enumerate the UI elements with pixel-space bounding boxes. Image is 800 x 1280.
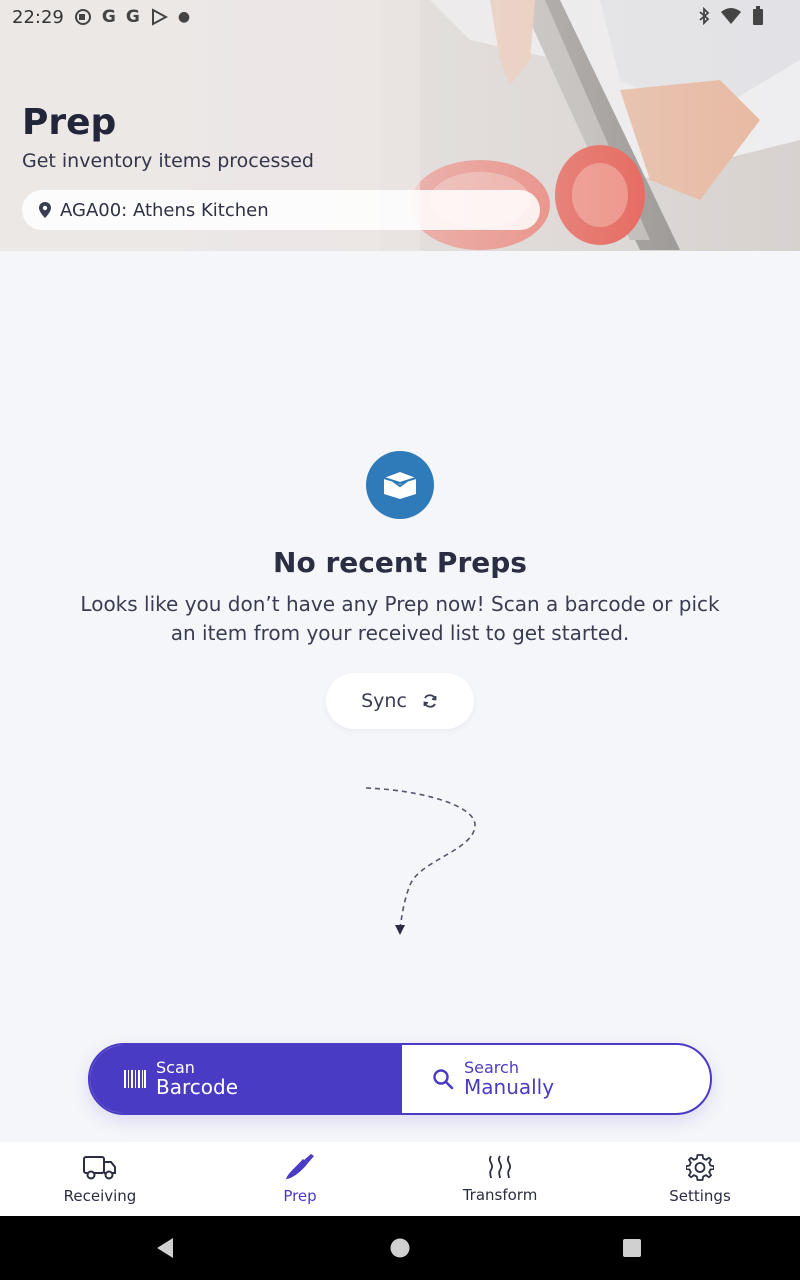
google-icon: G	[101, 7, 116, 27]
location-selector[interactable]: AGA00: Athens Kitchen	[22, 190, 540, 230]
bluetooth-icon	[699, 7, 710, 25]
nav-item-receiving[interactable]: Receiving	[0, 1142, 200, 1216]
page-subtitle: Get inventory items processed	[22, 150, 314, 172]
system-nav-bar	[0, 1216, 800, 1280]
header: 22:29 G G ● Prep Get inventory items pro…	[0, 0, 800, 251]
sync-label: Sync	[361, 690, 407, 712]
search-manually-button[interactable]: Search Manually	[402, 1045, 710, 1113]
wifi-icon	[721, 8, 741, 24]
nav-label-transform: Transform	[462, 1186, 538, 1204]
recents-square-icon	[623, 1239, 641, 1257]
dot-icon: ●	[177, 9, 191, 25]
empty-state-title: No recent Preps	[273, 546, 527, 579]
nav-label-receiving: Receiving	[63, 1187, 137, 1205]
empty-box-icon	[366, 451, 434, 519]
location-label: AGA00: Athens Kitchen	[60, 199, 269, 221]
barcode-icon	[124, 1070, 146, 1088]
nav-label-settings: Settings	[669, 1187, 731, 1205]
home-circle-icon	[390, 1238, 410, 1258]
nav-label-prep: Prep	[283, 1187, 317, 1205]
sync-icon	[423, 694, 437, 708]
scan-barcode-button[interactable]: Scan Barcode	[90, 1045, 402, 1113]
truck-icon	[83, 1156, 116, 1180]
gear-icon	[686, 1154, 714, 1181]
system-back-button[interactable]	[135, 1216, 195, 1280]
bottom-nav: Receiving Prep Transform Settings	[0, 1142, 800, 1216]
empty-state-description: Looks like you don’t have any Prep now! …	[80, 592, 720, 645]
status-bar: 22:29 G G ●	[0, 0, 800, 34]
action-bar: Scan Barcode Search Manually	[88, 1043, 712, 1115]
system-recents-button[interactable]	[602, 1216, 662, 1280]
status-time: 22:29	[12, 6, 64, 28]
search-big-label: Manually	[464, 1074, 555, 1099]
nav-item-prep[interactable]: Prep	[200, 1142, 400, 1216]
battery-icon	[753, 6, 763, 25]
back-triangle-icon	[157, 1238, 173, 1258]
steam-icon	[488, 1155, 512, 1179]
recording-icon	[74, 9, 91, 25]
scan-big-label: Barcode	[156, 1074, 238, 1099]
nav-item-settings[interactable]: Settings	[600, 1142, 800, 1216]
nav-item-transform[interactable]: Transform	[400, 1142, 600, 1216]
google-icon: G	[125, 7, 140, 27]
dashed-arrow-decoration	[365, 787, 476, 935]
system-home-button[interactable]	[370, 1216, 430, 1280]
page-title: Prep	[22, 102, 117, 143]
search-icon	[433, 1069, 454, 1090]
sync-button[interactable]: Sync	[326, 673, 474, 729]
location-pin-icon	[39, 202, 51, 218]
play-store-icon	[151, 8, 168, 26]
knife-icon	[286, 1154, 314, 1179]
